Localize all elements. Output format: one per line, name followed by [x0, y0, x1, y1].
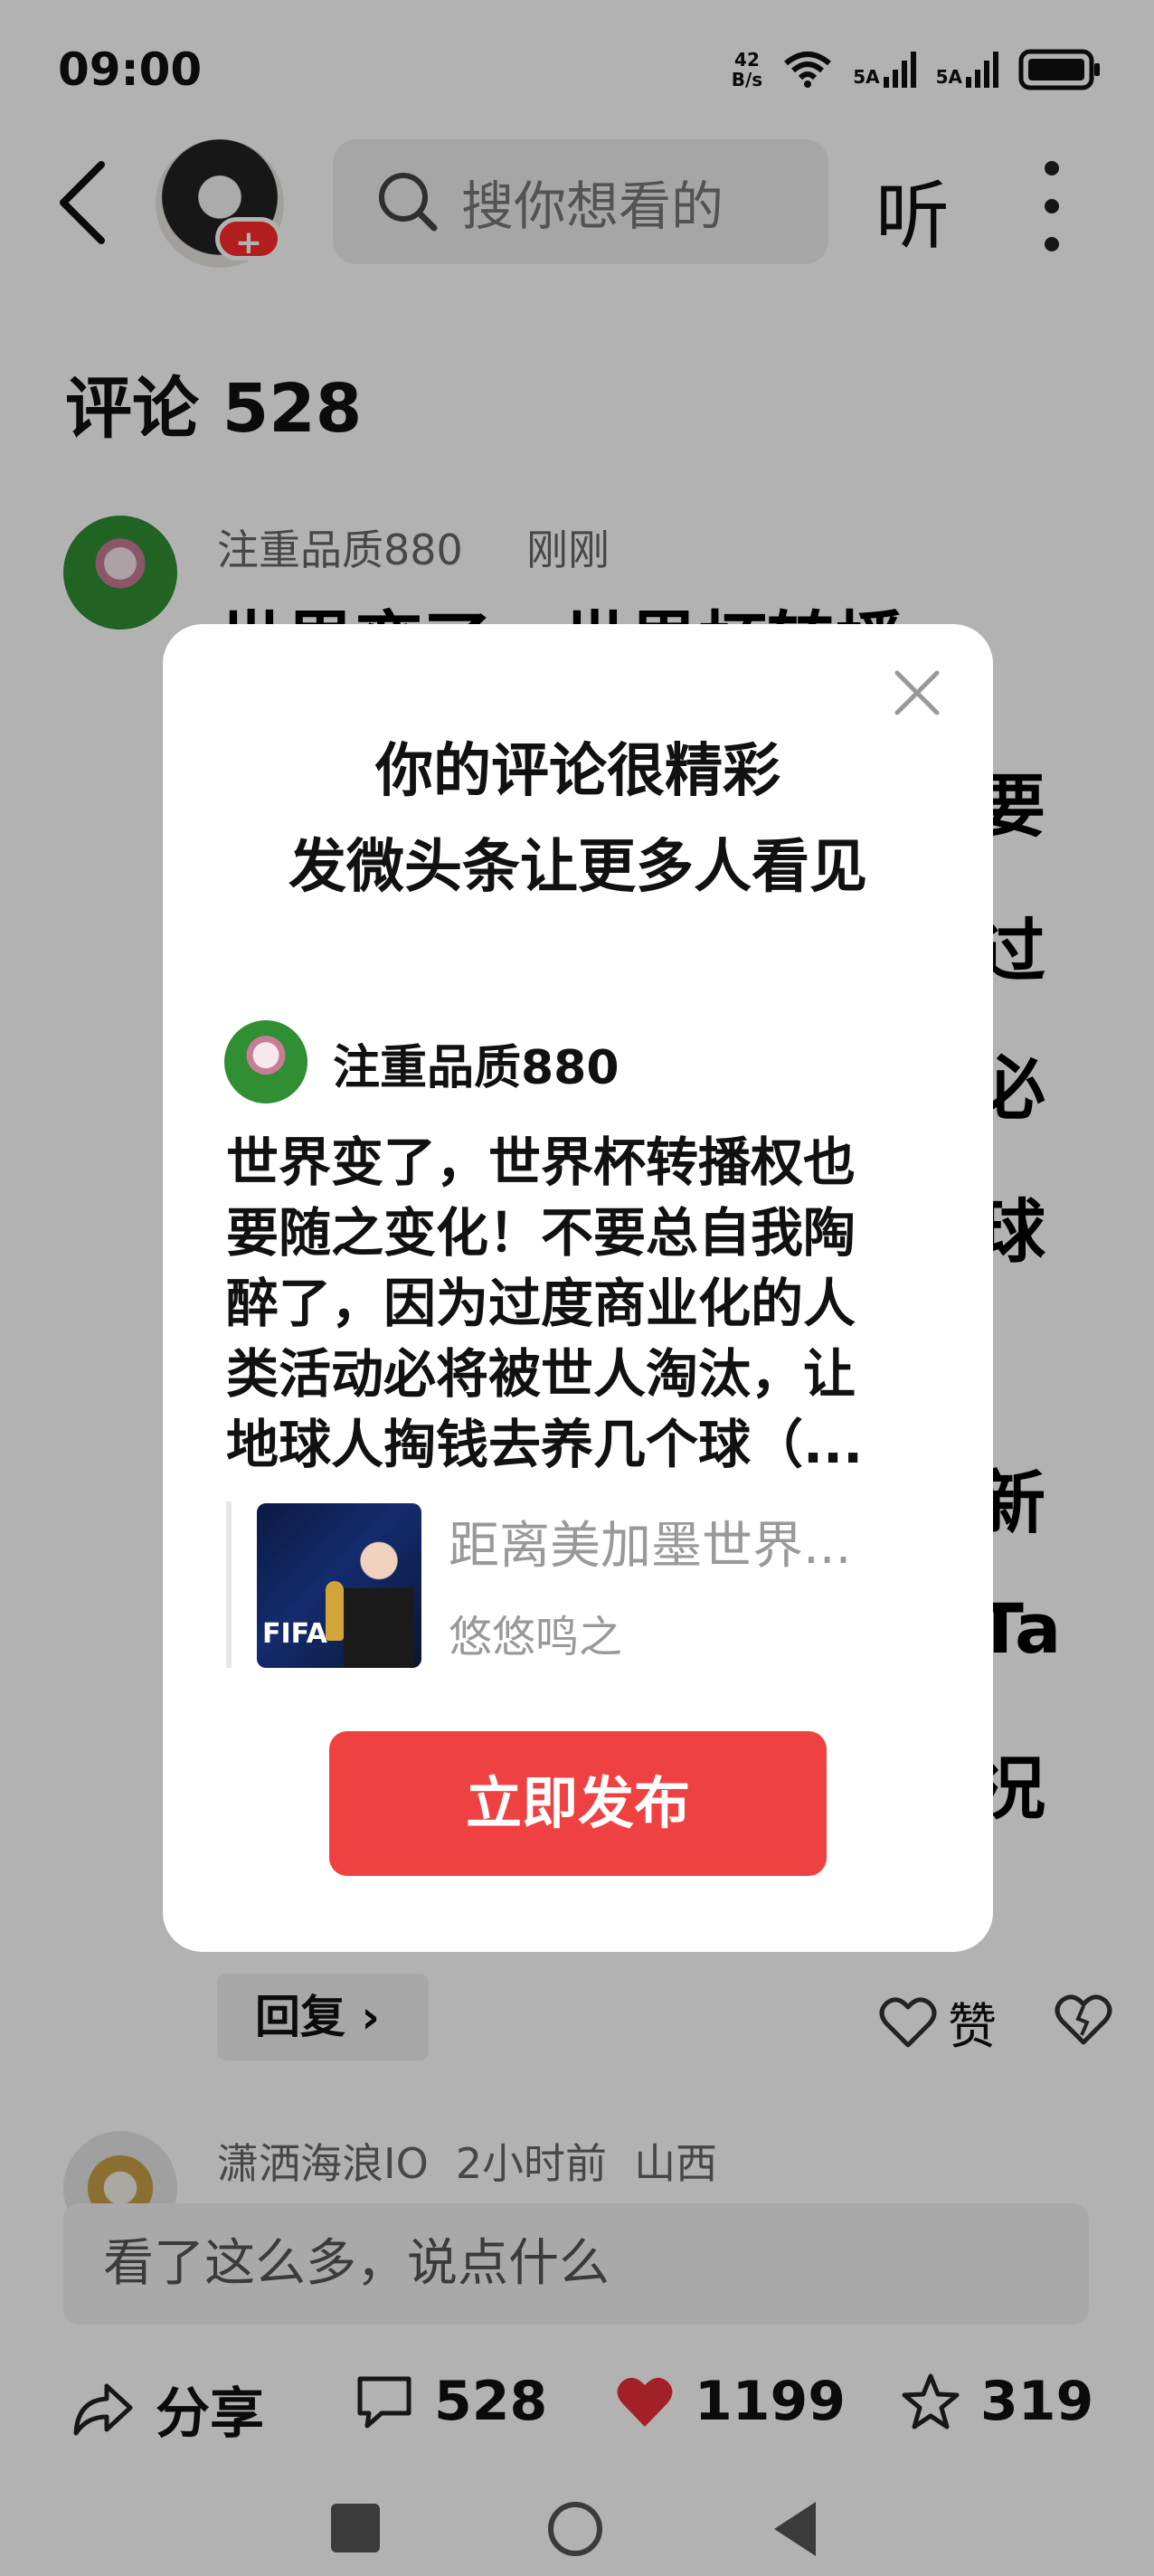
article-thumbnail: FIFA	[257, 1503, 421, 1668]
publish-now-button[interactable]: 立即发布	[329, 1731, 827, 1876]
trophy-icon	[326, 1581, 344, 1641]
thumbnail-logo-text: FIFA	[262, 1618, 327, 1650]
modal-comment-text: 世界变了，世界杯转播权也 要随之变化！不要总自我陶 醉了，因为过度商业化的人 类…	[226, 1132, 864, 1475]
modal-title: 你的评论很精彩 发微头条让更多人看见	[288, 738, 867, 901]
quoted-article-title: 距离美加墨世界...	[449, 1517, 852, 1576]
modal-user-avatar	[224, 1020, 307, 1103]
quoted-article-author: 悠悠鸣之	[449, 1612, 623, 1662]
close-icon[interactable]	[894, 669, 941, 716]
quote-divider	[226, 1501, 232, 1668]
thumbnail-person	[344, 1530, 414, 1668]
modal-user-name: 注重品质880	[333, 1041, 620, 1095]
